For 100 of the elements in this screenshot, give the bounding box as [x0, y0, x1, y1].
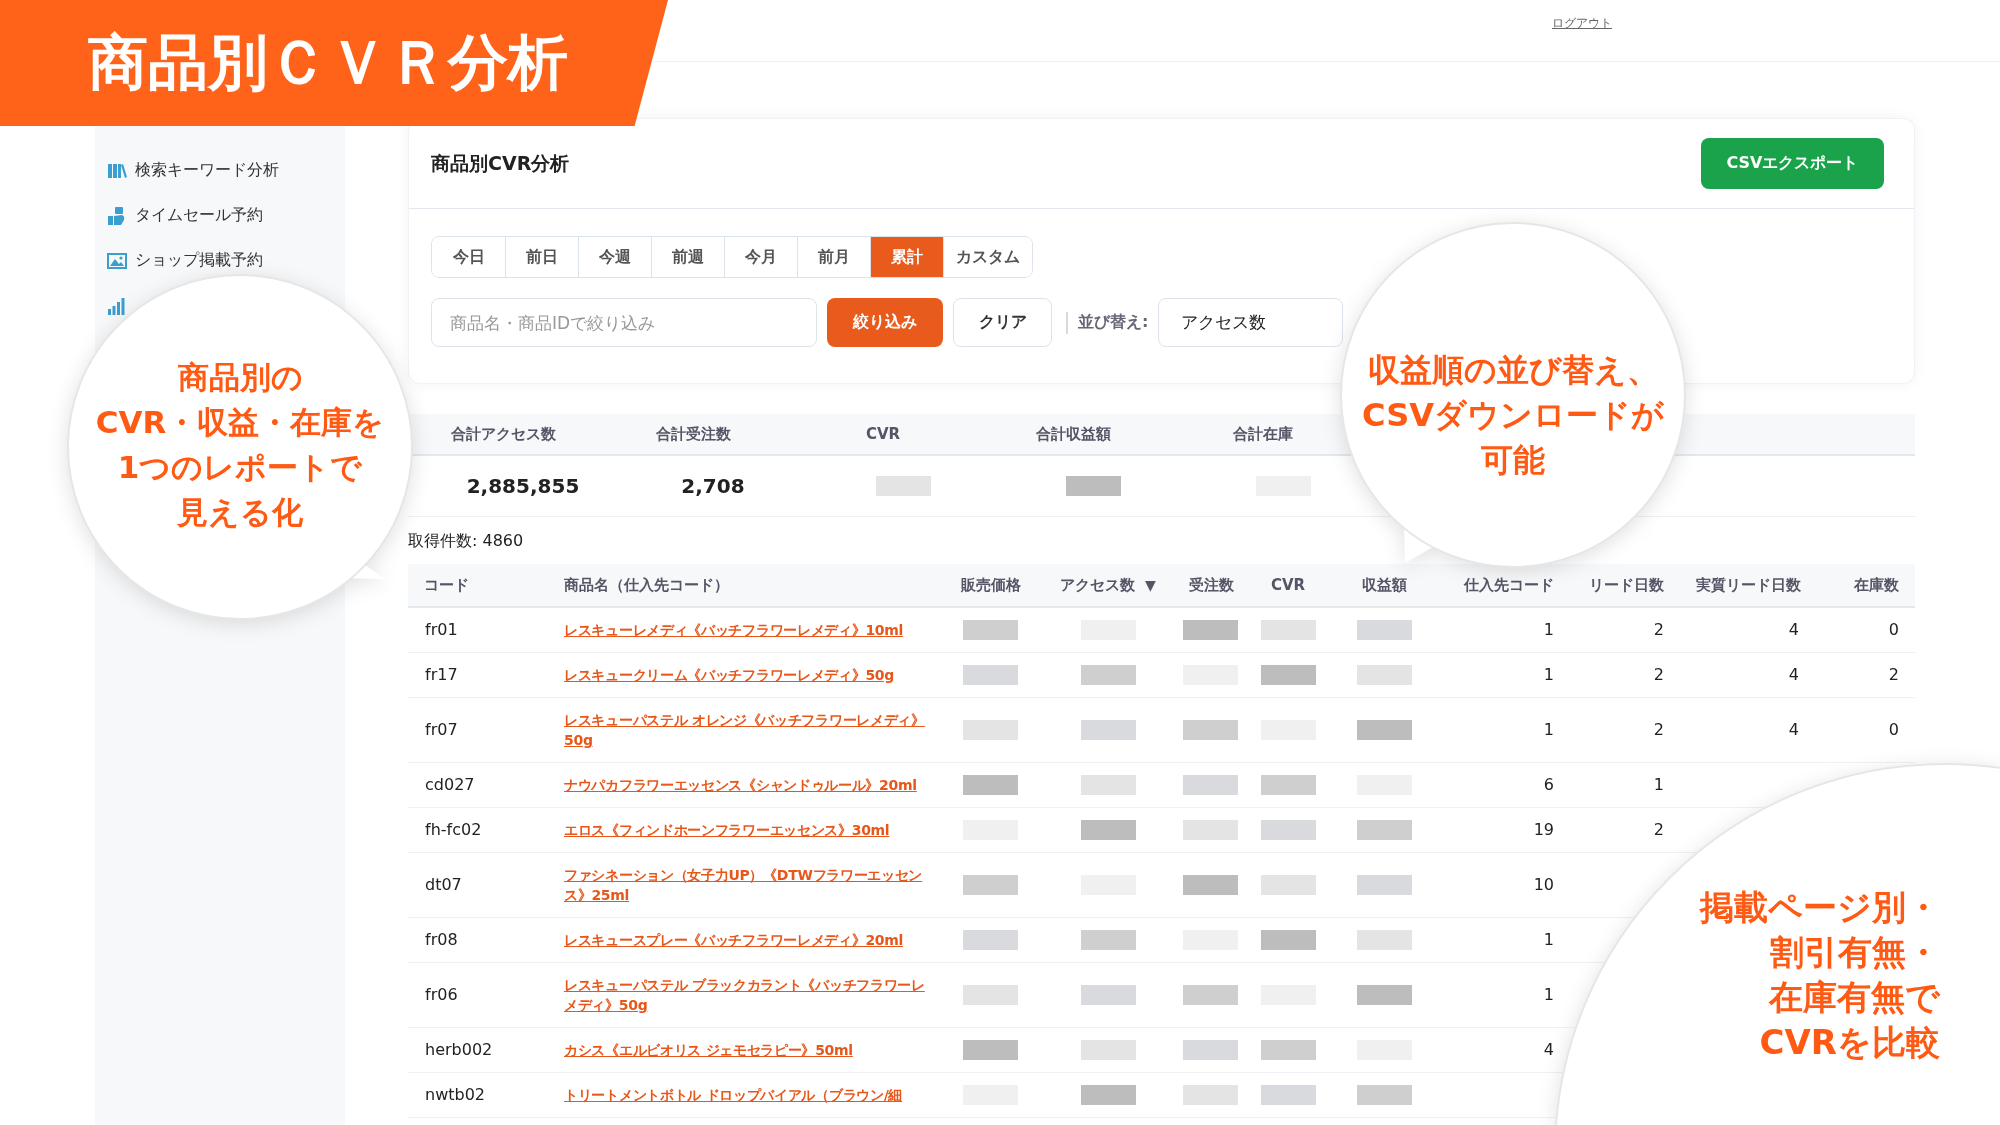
summary-label: 合計アクセス数	[449, 424, 557, 444]
product-link[interactable]: エロス《フィンドホーンフラワーエッセンス》30ml	[564, 820, 890, 840]
blurred-value	[963, 875, 1018, 895]
blurred-value	[963, 720, 1018, 740]
table-cell: 2	[1653, 720, 1664, 739]
callout-text: CSVダウンロードが	[1362, 395, 1664, 436]
table-cell: 1	[1543, 985, 1554, 1004]
table-cell: 1	[1543, 620, 1554, 639]
column-header[interactable]: 実質リード日数	[1696, 575, 1801, 594]
banner-title: 商品別ＣＶＲ分析	[88, 25, 568, 99]
column-header[interactable]: CVR	[1270, 576, 1306, 594]
table-cell: 0	[1888, 720, 1899, 739]
table-cell: dt07	[425, 875, 462, 894]
blurred-value	[1183, 875, 1238, 895]
column-header[interactable]: コード	[424, 575, 469, 594]
search-field[interactable]: 商品名・商品IDで絞り込み	[431, 298, 817, 347]
column-header[interactable]: 商品名（仕入先コード）	[564, 575, 729, 594]
sidebar-item[interactable]: タイムセール予約	[135, 205, 263, 226]
blurred-value	[1183, 1040, 1238, 1060]
callout-text: 可能	[1481, 440, 1545, 481]
page-title: 商品別CVR分析	[431, 150, 570, 176]
blurred-value	[1080, 665, 1136, 685]
callout-text: 収益順の並び替え、	[1367, 350, 1659, 391]
blurred-value	[963, 775, 1018, 795]
table-cell: 1	[1653, 775, 1664, 794]
product-link[interactable]: ナウパカフラワーエッセンス《シャンドゥルール》20ml	[564, 775, 917, 795]
product-link[interactable]: レスキューパステル オレンジ《バッチフラワーレメディ》50g	[564, 710, 934, 750]
summary-label: 合計収益額	[1034, 424, 1112, 444]
callout-text: 割引有無・	[1770, 931, 1940, 974]
blurred-value	[963, 665, 1018, 685]
table-cell: 6	[1543, 775, 1554, 794]
product-link[interactable]: カシス《エルビオリス ジェモセラピー》50ml	[564, 1040, 853, 1060]
table-cell: 4	[1788, 620, 1799, 639]
hand-icon	[107, 205, 127, 226]
product-link[interactable]: トリートメントボトル ドロップバイアル（ブラウン/細	[564, 1085, 903, 1105]
period-tab[interactable]: カスタム	[943, 237, 1032, 277]
table-cell: fr07	[425, 720, 458, 739]
sidebar-item[interactable]: 検索キーワード分析	[135, 160, 279, 181]
callout-text: 在庫有無で	[1769, 976, 1940, 1019]
blurred-value	[1183, 775, 1238, 795]
blurred-value	[1356, 720, 1412, 740]
table-cell: herb002	[425, 1040, 493, 1059]
blurred-value	[1356, 1085, 1412, 1105]
blurred-value	[1260, 665, 1316, 685]
table-cell: 1	[1543, 720, 1554, 739]
logout-link[interactable]: ログアウト	[1552, 16, 1612, 30]
table-cell: 2	[1653, 620, 1664, 639]
summary-label: 合計在庫	[1232, 424, 1294, 444]
product-link[interactable]: レスキューレメディ《バッチフラワーレメディ》10ml	[564, 620, 904, 640]
callout-text: 1つのレポートで	[117, 448, 363, 487]
product-link[interactable]: レスキュークリーム《バッチフラワーレメディ》50g	[564, 665, 894, 685]
blurred-value	[1183, 820, 1238, 840]
table-cell: 0	[1888, 620, 1899, 639]
sort-indicator[interactable]: ▼	[1145, 576, 1156, 593]
table-cell: 1	[1543, 665, 1554, 684]
product-link[interactable]: レスキュースプレー《バッチフラワーレメディ》20ml	[564, 930, 904, 950]
table-cell: fr17	[425, 665, 458, 684]
blurred-value	[1183, 985, 1238, 1005]
column-header[interactable]: 収益額	[1361, 575, 1407, 594]
blurred-value	[1356, 820, 1412, 840]
blurred-value	[963, 1040, 1018, 1060]
column-header[interactable]: 受注数	[1189, 575, 1234, 594]
table-cell: fr01	[425, 620, 458, 639]
sidebar-item[interactable]: ショップ掲載予約	[135, 250, 263, 271]
column-header[interactable]: 在庫数	[1854, 575, 1899, 594]
table-cell: 4	[1788, 720, 1799, 739]
blurred-value	[963, 620, 1018, 640]
blurred-value	[1080, 1085, 1136, 1105]
column-header[interactable]: 仕入先コード	[1464, 575, 1554, 594]
product-link[interactable]: レスキューパステル ブラックカラント《バッチフラワーレメディ》50g	[564, 975, 934, 1015]
blurred-value	[1260, 1085, 1316, 1105]
filter-button[interactable]: 絞り込み	[827, 298, 943, 347]
blurred-value	[1183, 620, 1238, 640]
sort-label: 並び替え:	[1078, 312, 1149, 333]
callout-text: CVR・収益・在庫を	[95, 403, 385, 442]
table-cell: 4	[1543, 1040, 1554, 1059]
blurred-value	[1356, 930, 1412, 950]
result-count: 取得件数: 4860	[408, 531, 525, 552]
sort-select[interactable]: アクセス数	[1158, 298, 1344, 347]
table-cell: nwtb02	[425, 1085, 485, 1104]
blurred-value	[1356, 985, 1412, 1005]
table-cell: 2	[1653, 665, 1664, 684]
summary-label: 合計受注数	[654, 424, 732, 444]
period-tab[interactable]: 累計	[870, 237, 943, 277]
column-header[interactable]: アクセス数	[1060, 575, 1136, 594]
clear-button[interactable]: クリア	[953, 298, 1052, 347]
table-cell: 19	[1533, 820, 1554, 839]
blurred-value	[1080, 985, 1136, 1005]
blurred-value	[1260, 930, 1316, 950]
blurred-value	[1080, 1040, 1136, 1060]
product-link[interactable]: ファシネーション（女子力UP）《DTWフラワーエッセンス》25ml	[564, 865, 934, 905]
blurred-value	[1183, 720, 1238, 740]
column-header[interactable]: 販売価格	[960, 575, 1021, 594]
blurred-value	[1260, 620, 1316, 640]
callout-text: 見える化	[177, 493, 303, 532]
blurred-value	[1356, 875, 1412, 895]
blurred-value	[1260, 775, 1316, 795]
blurred-value	[1260, 875, 1316, 895]
column-header[interactable]: リード日数	[1589, 575, 1664, 594]
callout-text: 掲載ページ別・	[1700, 886, 1940, 929]
